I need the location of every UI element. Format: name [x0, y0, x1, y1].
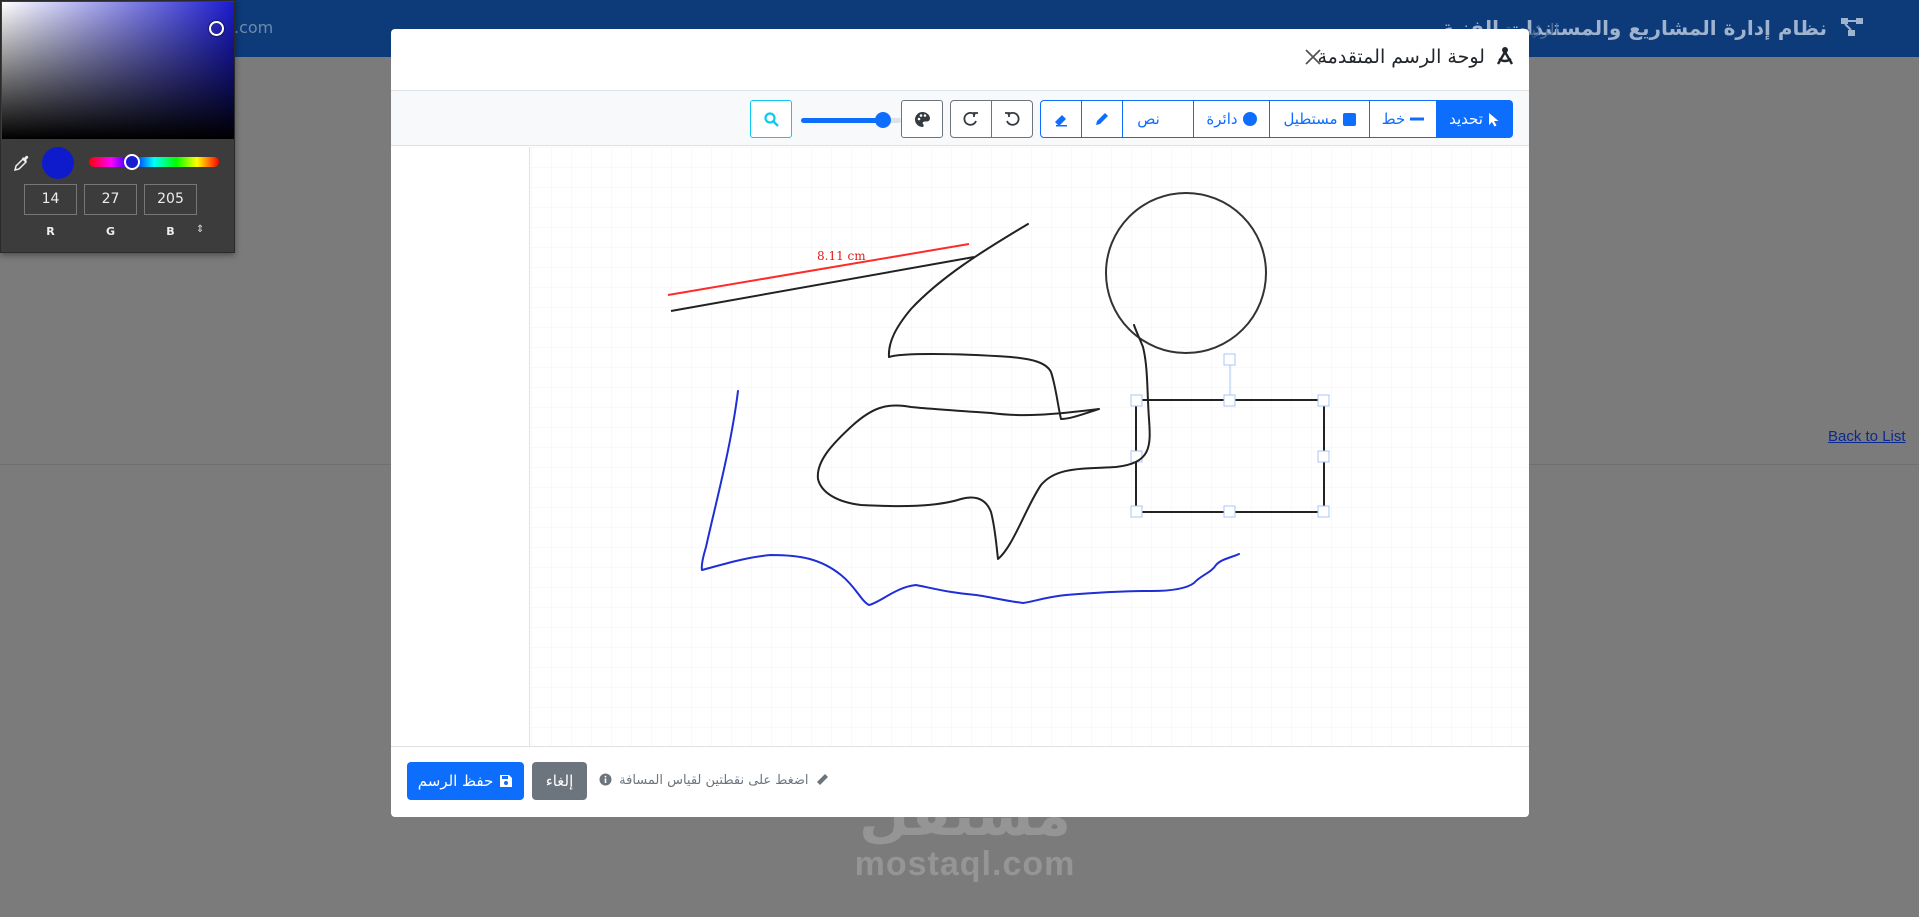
undo-button[interactable]	[991, 100, 1033, 138]
red-label: R	[46, 225, 55, 238]
modal-header: لوحة الرسم المتقدمة	[391, 29, 1529, 91]
project-diagram-icon	[1841, 18, 1863, 36]
color-picker-button[interactable]	[901, 100, 943, 138]
select-tool-button[interactable]: تحديد	[1436, 100, 1513, 138]
rectangle-tool-label: مستطيل	[1283, 110, 1338, 128]
resize-handle[interactable]	[1317, 394, 1330, 407]
resize-handle[interactable]	[1317, 450, 1330, 463]
pen-tool-button[interactable]	[1081, 100, 1123, 138]
eyedropper-icon[interactable]	[13, 154, 31, 172]
modal-title: لوحة الرسم المتقدمة	[1317, 46, 1515, 68]
redo-button[interactable]	[950, 100, 992, 138]
modal-footer: حفظ الرسم إلغاء اضغط على نقطتين لقياس ال…	[391, 746, 1529, 817]
resize-handle[interactable]	[1223, 394, 1236, 407]
modal-title-text: لوحة الرسم المتقدمة	[1317, 46, 1485, 68]
topbar-domain-text: .com	[234, 18, 274, 37]
red-input[interactable]: 14	[24, 184, 77, 215]
ruler-icon	[816, 774, 828, 785]
resize-handle[interactable]	[1130, 505, 1143, 518]
color-mode-toggle[interactable]: ⇕	[196, 224, 204, 235]
resize-handle[interactable]	[1317, 505, 1330, 518]
measure-hint-text: اضغط على نقطتين لقياس المسافة	[619, 773, 809, 788]
saturation-value-area[interactable]	[2, 2, 234, 139]
drawing-toolbar: تحديد خط مستطيل دائرة A نص	[391, 91, 1529, 146]
info-circle-icon	[599, 773, 612, 786]
save-icon	[500, 775, 513, 787]
cursor-icon	[1488, 112, 1499, 126]
brush-size-slider[interactable]	[801, 112, 901, 128]
pencil-icon	[1096, 113, 1108, 125]
canvas-grid	[530, 147, 1529, 746]
hue-slider-thumb[interactable]	[123, 154, 140, 170]
rectangle-tool-button[interactable]: مستطيل	[1269, 100, 1370, 138]
color-picker-popup: 14 27 205 R G B ⇕	[0, 0, 235, 253]
circle-tool-button[interactable]: دائرة	[1193, 100, 1270, 138]
blue-input[interactable]: 205	[144, 184, 197, 215]
saturation-value-thumb[interactable]	[209, 21, 224, 36]
redo-icon	[963, 111, 978, 126]
resize-handle[interactable]	[1130, 394, 1143, 407]
zoom-button[interactable]	[750, 100, 792, 138]
back-to-list-link[interactable]: Back to List	[1828, 428, 1906, 445]
undo-icon	[1005, 111, 1020, 126]
text-tool-button[interactable]: A نص	[1122, 100, 1194, 138]
brush-size-slider-thumb[interactable]	[875, 112, 891, 128]
font-icon: A	[1165, 112, 1166, 127]
eraser-icon	[1055, 115, 1067, 127]
palette-icon	[914, 111, 930, 127]
line-tool-button[interactable]: خط	[1369, 100, 1437, 138]
green-label: G	[105, 225, 116, 238]
selected-color-swatch	[42, 147, 74, 179]
save-drawing-label: حفظ الرسم	[417, 772, 494, 790]
line-tool-label: خط	[1381, 110, 1406, 128]
eraser-tool-button[interactable]	[1040, 100, 1082, 138]
cancel-button[interactable]: إلغاء	[532, 762, 587, 800]
text-tool-label: نص	[1137, 110, 1160, 128]
minus-icon	[1410, 117, 1425, 121]
blue-label: B	[166, 225, 175, 238]
hue-slider[interactable]	[89, 154, 219, 170]
measure-hint: اضغط على نقطتين لقياس المسافة	[599, 773, 829, 788]
measurement-label: 8.11 cm	[817, 249, 866, 263]
rotate-handle[interactable]	[1223, 353, 1236, 366]
resize-handle[interactable]	[1223, 505, 1236, 518]
drawing-canvas[interactable]: 8.11 cm	[391, 147, 1529, 746]
drawing-modal: لوحة الرسم المتقدمة تحديد خط مستطيل دائر…	[391, 29, 1529, 817]
close-icon[interactable]	[1301, 47, 1325, 71]
circle-tool-label: دائرة	[1206, 110, 1238, 128]
drafting-compass-icon	[1496, 47, 1514, 65]
square-icon	[1342, 112, 1356, 126]
green-input[interactable]: 27	[84, 184, 137, 215]
brush-size-slider-fill	[801, 118, 883, 123]
select-tool-label: تحديد	[1449, 110, 1483, 128]
circle-icon	[1242, 112, 1257, 126]
search-icon	[763, 111, 779, 127]
save-drawing-button[interactable]: حفظ الرسم	[407, 762, 524, 800]
watermark-english: mostaql.com	[854, 845, 1076, 883]
canvas-drawing-layer[interactable]: 8.11 cm	[391, 147, 1529, 746]
